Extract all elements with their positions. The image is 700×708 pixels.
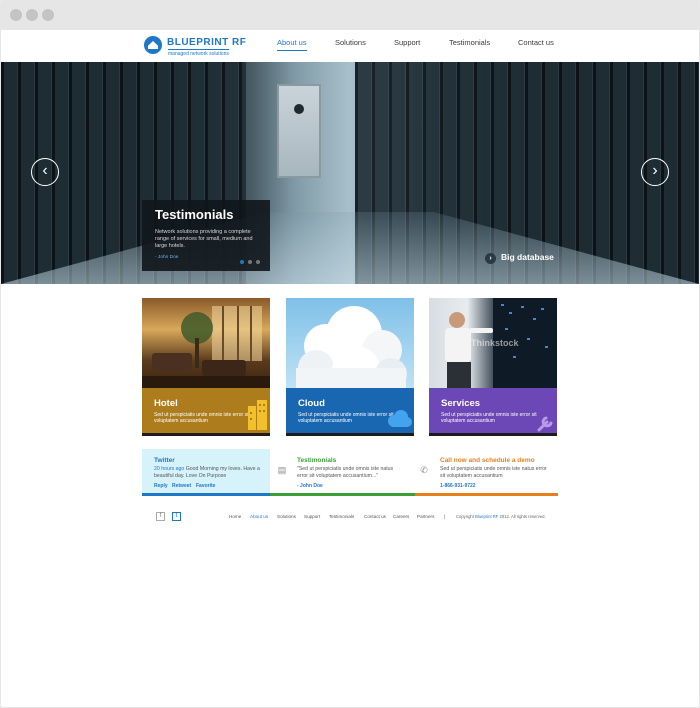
hero-slider: ‹ › Testimonials Network solutions provi… [1, 62, 699, 284]
hero-testimonial-card: Testimonials Network solutions providing… [142, 200, 270, 271]
footer-link-home[interactable]: Home [229, 514, 241, 519]
copyright-text: Copyright Blueprint RF 2012. All rights … [456, 514, 546, 519]
tweet-time: 20 hours ago [154, 466, 185, 472]
demo-text: Sed ut perspiciatis unde omnis iste natu… [440, 466, 547, 479]
slider-dot-3[interactable] [256, 260, 260, 264]
logo[interactable]: BLUEPRINT RF managed network solutions [144, 36, 254, 58]
copyright-brand[interactable]: Blueprint RF [475, 514, 498, 519]
demo-panel: ✆ Call now and schedule a demo Sed ut pe… [415, 449, 558, 496]
footer-link-careers[interactable]: Careers [393, 514, 409, 519]
window-close-dot[interactable] [10, 9, 22, 21]
logo-name: BLUEPRINT RF [167, 37, 247, 48]
tweet-reply-link[interactable]: Reply [154, 483, 168, 489]
nav-contact-us[interactable]: Contact us [518, 38, 554, 47]
nav-testimonials[interactable]: Testimonials [449, 38, 490, 47]
card-hotel-base [142, 433, 270, 436]
technician-image: Thinkstock [429, 298, 557, 388]
card-cloud-base [286, 433, 414, 436]
site-header: BLUEPRINT RF managed network solutions A… [1, 30, 699, 62]
footer-link-testimonials[interactable]: Testimonials [329, 514, 354, 519]
demo-bar [415, 493, 558, 496]
card-hotel[interactable]: Hotel Sed ut perspiciatis unde omnis ist… [142, 298, 270, 436]
window-maximize-dot[interactable] [42, 9, 54, 21]
card-services[interactable]: Thinkstock Services Sed ut perspiciatis … [429, 298, 557, 436]
cloud-icon [388, 410, 412, 427]
chevron-right-icon: › [652, 162, 658, 179]
logo-icon [144, 36, 162, 54]
hero-door [277, 84, 321, 178]
slider-next-button[interactable]: › [641, 158, 669, 186]
twitter-icon[interactable]: t [172, 512, 181, 521]
browser-window: BLUEPRINT RF managed network solutions A… [0, 0, 700, 708]
hero-caption[interactable]: › Big database [485, 252, 554, 264]
footer-separator: | [444, 514, 446, 519]
site-footer: f t Home About us Solutions Support Test… [144, 512, 558, 524]
nav-support[interactable]: Support [394, 38, 420, 47]
footer-link-support[interactable]: Support [304, 514, 320, 519]
demo-title: Call now and schedule a demo [440, 457, 535, 464]
twitter-panel: Twitter 20 hours ago Good Morning my lov… [142, 449, 270, 496]
hero-card-text: Network solutions providing a complete r… [155, 229, 253, 249]
testimonials-author[interactable]: - John Doe [297, 483, 323, 489]
testimonials-quote: "Sed ut perspiciatis unde omnis iste nat… [297, 466, 394, 479]
quote-icon: ▤ [277, 465, 287, 475]
twitter-tweet: 20 hours ago Good Morning my loves. Have… [154, 466, 262, 479]
card-cloud-title: Cloud [298, 398, 325, 409]
tweet-retweet-link[interactable]: Retweet [172, 483, 191, 489]
twitter-bar [142, 493, 270, 496]
window-minimize-dot[interactable] [26, 9, 38, 21]
copyright-suffix: 2012. All rights reserved. [499, 514, 546, 519]
slider-dot-1[interactable] [240, 260, 244, 264]
testimonials-panel: ▤ Testimonials "Sed ut perspiciatis unde… [270, 449, 415, 496]
slider-dot-2[interactable] [248, 260, 252, 264]
hero-card-title: Testimonials [155, 207, 234, 222]
card-cloud[interactable]: Cloud Sed ut perspiciatis unde omnis ist… [286, 298, 414, 436]
tweet-favorite-link[interactable]: Favorite [196, 483, 215, 489]
browser-titlebar [0, 0, 700, 30]
card-hotel-text: Sed ut perspiciatis unde omnis iste erro… [154, 412, 250, 424]
wrench-icon [537, 416, 553, 432]
cloud-image [286, 298, 414, 388]
testimonials-title: Testimonials [297, 457, 337, 464]
watermark-text: Thinkstock [471, 338, 519, 348]
chevron-left-icon: ‹ [42, 162, 48, 179]
card-services-base [429, 433, 557, 436]
card-cloud-band: Cloud Sed ut perspiciatis unde omnis ist… [286, 388, 414, 433]
slider-prev-button[interactable]: ‹ [31, 158, 59, 186]
hero-caption-text: Big database [501, 252, 554, 262]
phone-icon: ✆ [420, 465, 428, 475]
footer-link-partners[interactable]: Partners [417, 514, 434, 519]
facebook-icon[interactable]: f [156, 512, 165, 521]
footer-link-contact-us[interactable]: Contact us [364, 514, 386, 519]
building-icon [248, 400, 267, 430]
card-hotel-title: Hotel [154, 398, 178, 409]
web-page: BLUEPRINT RF managed network solutions A… [1, 30, 699, 707]
demo-phone[interactable]: 1-866-931-9722 [440, 483, 476, 489]
door-sign-icon [294, 104, 304, 114]
twitter-title: Twitter [154, 457, 175, 464]
hotel-lobby-image [142, 298, 270, 388]
chevron-right-small-icon: › [485, 253, 496, 264]
logo-tagline: managed network solutions [168, 49, 229, 57]
card-services-text: Sed ut perspiciatis unde omnis iste erro… [441, 412, 537, 424]
nav-solutions[interactable]: Solutions [335, 38, 366, 47]
card-services-title: Services [441, 398, 481, 409]
footer-link-solutions[interactable]: Solutions [277, 514, 296, 519]
copyright-prefix: Copyright [456, 514, 474, 519]
nav-about-us[interactable]: About us [277, 38, 307, 51]
footer-link-about-us[interactable]: About us [250, 514, 268, 519]
testimonials-bar [270, 493, 415, 496]
card-hotel-band: Hotel Sed ut perspiciatis unde omnis ist… [142, 388, 270, 433]
card-services-band: Services Sed ut perspiciatis unde omnis … [429, 388, 557, 433]
